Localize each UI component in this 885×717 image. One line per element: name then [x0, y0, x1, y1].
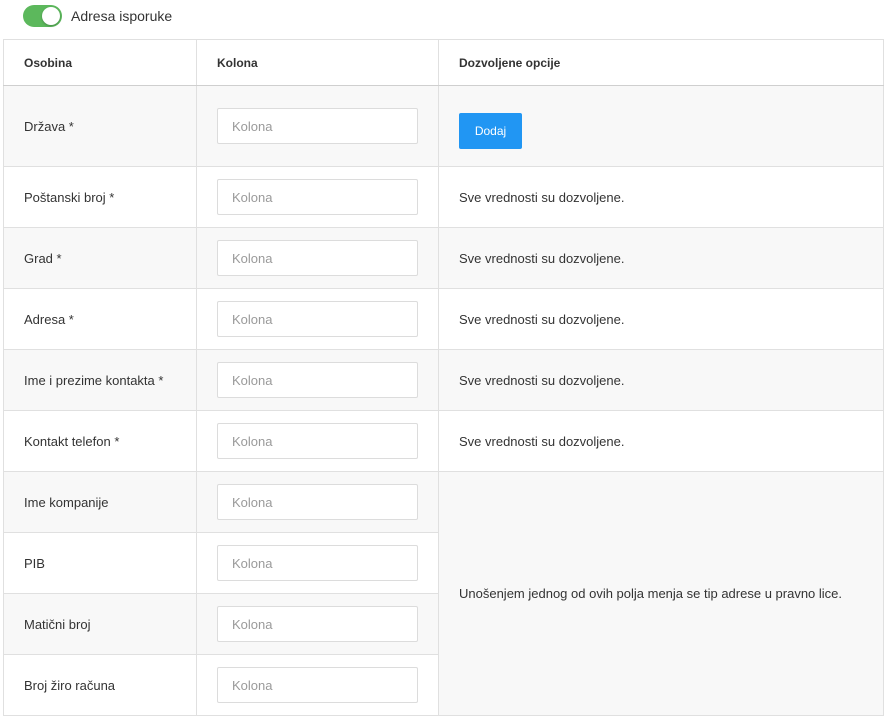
allowed-text: Sve vrednosti su dozvoljene.: [438, 410, 884, 472]
row-label: Ime kompanije: [3, 471, 197, 533]
column-input-registration-number[interactable]: [217, 606, 418, 642]
table-header-row: Osobina Kolona Dozvoljene opcije: [3, 39, 884, 86]
row-label: Broj žiro računa: [3, 654, 197, 716]
table-row-postal-code: Poštanski broj * Sve vrednosti su dozvol…: [3, 166, 884, 228]
row-label: Država *: [3, 85, 197, 167]
column-input-contact-phone[interactable]: [217, 423, 418, 459]
table-row-company-name: Ime kompanije Unošenjem jednog od ovih p…: [3, 471, 884, 716]
row-label: Kontakt telefon *: [3, 410, 197, 472]
row-label: PIB: [3, 532, 197, 594]
allowed-text: Sve vrednosti su dozvoljene.: [438, 166, 884, 228]
table-row-address: Adresa * Sve vrednosti su dozvoljene.: [3, 288, 884, 350]
row-label: Grad *: [3, 227, 197, 289]
column-input-postal-code[interactable]: [217, 179, 418, 215]
delivery-address-toggle[interactable]: [23, 5, 62, 27]
column-input-city[interactable]: [217, 240, 418, 276]
column-input-contact-name[interactable]: [217, 362, 418, 398]
address-mapping-table: Osobina Kolona Dozvoljene opcije Država …: [3, 39, 884, 716]
column-input-country[interactable]: [217, 108, 418, 144]
company-note: Unošenjem jednog od ovih polja menja se …: [438, 471, 884, 716]
table-row-contact-phone: Kontakt telefon * Sve vrednosti su dozvo…: [3, 410, 884, 472]
delivery-address-toggle-row: Adresa isporuke: [23, 5, 172, 27]
row-label: Matični broj: [3, 593, 197, 655]
header-allowed-options: Dozvoljene opcije: [438, 39, 884, 86]
add-option-button[interactable]: Dodaj: [459, 113, 522, 149]
allowed-text: Sve vrednosti su dozvoljene.: [438, 349, 884, 411]
table-row-contact-name: Ime i prezime kontakta * Sve vrednosti s…: [3, 349, 884, 411]
table-row-city: Grad * Sve vrednosti su dozvoljene.: [3, 227, 884, 289]
table-row-country: Država * Dodaj: [3, 85, 884, 167]
delivery-address-label: Adresa isporuke: [71, 8, 173, 24]
row-label: Poštanski broj *: [3, 166, 197, 228]
column-input-address[interactable]: [217, 301, 418, 337]
column-input-bank-account[interactable]: [217, 667, 418, 703]
allowed-text: Sve vrednosti su dozvoljene.: [438, 288, 884, 350]
column-input-company-name[interactable]: [217, 484, 418, 520]
toggle-knob: [42, 7, 60, 25]
column-input-pib[interactable]: [217, 545, 418, 581]
row-label: Ime i prezime kontakta *: [3, 349, 197, 411]
header-property: Osobina: [3, 39, 197, 86]
row-label: Adresa *: [3, 288, 197, 350]
header-column: Kolona: [196, 39, 439, 86]
allowed-text: Sve vrednosti su dozvoljene.: [438, 227, 884, 289]
